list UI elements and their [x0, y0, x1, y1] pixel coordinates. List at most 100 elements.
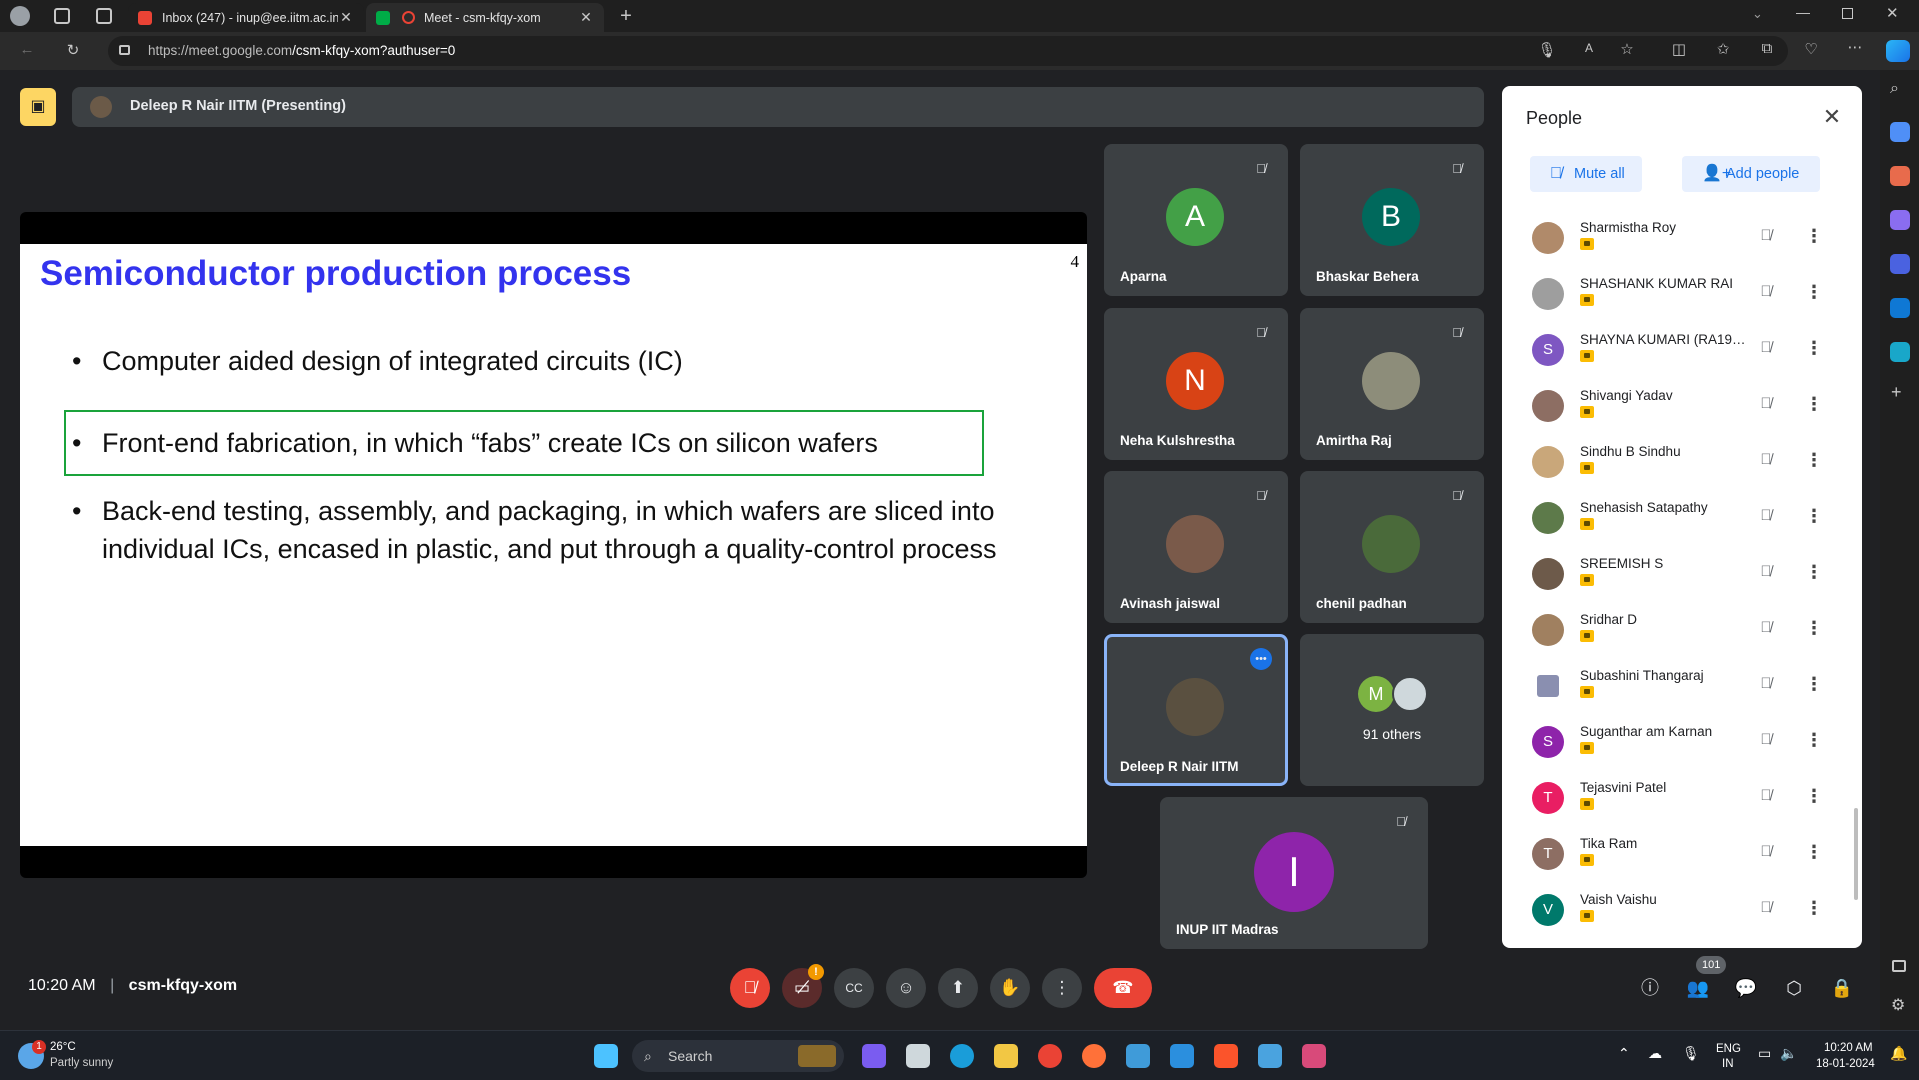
participant-tile-speaking[interactable]: ••• Deleep R Nair IITM: [1104, 634, 1288, 786]
more-options-icon[interactable]: ⋮: [1802, 728, 1826, 752]
add-sidebar-icon[interactable]: +: [1891, 382, 1902, 403]
tab-inbox[interactable]: Inbox (247) - inup@ee.iitm.ac.in ✕: [128, 3, 364, 32]
tab-search-icon[interactable]: ⌄: [1752, 6, 1763, 22]
task-view-icon[interactable]: [906, 1044, 930, 1068]
more-options-icon[interactable]: ⋮: [1802, 896, 1826, 920]
muted-mic-icon[interactable]: 🎙̸: [1754, 672, 1778, 696]
read-aloud-icon[interactable]: A: [1578, 41, 1600, 55]
mute-all-button[interactable]: 🎙̸ Mute all: [1530, 156, 1642, 192]
participant-tile[interactable]: 🎙̸ I INUP IIT Madras: [1160, 797, 1428, 949]
restore-icon[interactable]: [1842, 8, 1853, 19]
others-tile[interactable]: M 91 others: [1300, 634, 1484, 786]
notifications-icon[interactable]: 🔔: [1890, 1045, 1907, 1062]
more-options-icon[interactable]: ⋮: [1802, 224, 1826, 248]
network-icon[interactable]: ▭: [1758, 1045, 1771, 1062]
list-item[interactable]: S Suganthar am Karnan 🎙̸ ⋮: [1502, 716, 1862, 772]
windows-start-icon[interactable]: [594, 1044, 618, 1068]
participant-tile[interactable]: 🎙̸ Avinash jaiswal: [1104, 471, 1288, 623]
notepad-icon[interactable]: [1258, 1044, 1282, 1068]
list-item[interactable]: SHASHANK KUMAR RAI 🎙̸ ⋮: [1502, 268, 1862, 324]
emoji-reaction-button[interactable]: ☺: [886, 968, 926, 1008]
volume-icon[interactable]: 🔈: [1780, 1045, 1797, 1062]
list-item[interactable]: Snehasish Satapathy 🎙̸ ⋮: [1502, 492, 1862, 548]
onedrive-icon[interactable]: ☁: [1648, 1045, 1662, 1062]
edge-icon[interactable]: [950, 1044, 974, 1068]
tools-icon[interactable]: [1890, 166, 1910, 186]
participant-tile[interactable]: 🎙̸ Amirtha Raj: [1300, 308, 1484, 460]
tab-actions-icon[interactable]: [96, 8, 112, 24]
muted-mic-icon[interactable]: 🎙̸: [1754, 896, 1778, 920]
more-options-icon[interactable]: ⋮: [1802, 448, 1826, 472]
list-item[interactable]: T Tika Ram 🎙̸ ⋮: [1502, 828, 1862, 884]
close-window-icon[interactable]: ✕: [1886, 4, 1899, 22]
more-options-icon[interactable]: ⋮: [1802, 616, 1826, 640]
hide-sidebar-icon[interactable]: [1892, 960, 1906, 972]
participant-tile[interactable]: 🎙̸ A Aparna: [1104, 144, 1288, 296]
more-options-icon[interactable]: ⋮: [1802, 392, 1826, 416]
taskbar-search[interactable]: ⌕ Search: [632, 1040, 844, 1072]
leave-call-button[interactable]: ☎: [1094, 968, 1152, 1008]
snipping-tool-icon[interactable]: [1302, 1044, 1326, 1068]
chat-icon[interactable]: 💬: [1730, 972, 1762, 1004]
muted-mic-icon[interactable]: 🎙̸: [1754, 392, 1778, 416]
more-options-icon[interactable]: ⋮: [1802, 336, 1826, 360]
microphone-icon[interactable]: 🎙: [1536, 41, 1558, 59]
microphone-tray-icon[interactable]: 🎙: [1682, 1045, 1700, 1062]
list-item[interactable]: Shivangi Yadav 🎙̸ ⋮: [1502, 380, 1862, 436]
chevron-up-icon[interactable]: ⌃: [1618, 1045, 1630, 1062]
captions-button[interactable]: CC: [834, 968, 874, 1008]
list-item[interactable]: Sharmistha Roy 🎙̸ ⋮: [1502, 212, 1862, 268]
language-bottom[interactable]: IN: [1722, 1058, 1734, 1070]
search-icon[interactable]: ⌕: [1890, 80, 1899, 98]
more-options-icon[interactable]: ⋮: [1802, 784, 1826, 808]
muted-mic-icon[interactable]: 🎙̸: [1754, 840, 1778, 864]
more-options-icon[interactable]: ⋮: [1802, 672, 1826, 696]
more-menu-icon[interactable]: ⋯: [1844, 38, 1866, 56]
muted-mic-icon[interactable]: 🎙̸: [1754, 448, 1778, 472]
list-item[interactable]: SREEMISH S 🎙̸ ⋮: [1502, 548, 1862, 604]
list-item[interactable]: S SHAYNA KUMARI (RA191... 🎙̸ ⋮: [1502, 324, 1862, 380]
store-icon[interactable]: [1126, 1044, 1150, 1068]
list-item[interactable]: Sindhu B Sindhu 🎙̸ ⋮: [1502, 436, 1862, 492]
split-screen-icon[interactable]: ◫: [1668, 40, 1690, 58]
more-options-icon[interactable]: ⋮: [1802, 560, 1826, 584]
muted-mic-icon[interactable]: 🎙̸: [1754, 784, 1778, 808]
settings-gear-icon[interactable]: ⚙: [1891, 995, 1905, 1015]
outlook-icon[interactable]: [1890, 298, 1910, 318]
drop-icon[interactable]: [1890, 342, 1910, 362]
list-item[interactable]: T Tejasvini Patel 🎙̸ ⋮: [1502, 772, 1862, 828]
muted-mic-icon[interactable]: 🎙̸: [1754, 560, 1778, 584]
games-icon[interactable]: [1890, 210, 1910, 230]
tab-meet[interactable]: Meet - csm-kfqy-xom ✕: [366, 3, 604, 32]
refresh-icon[interactable]: ↻: [62, 41, 84, 59]
vscode-icon[interactable]: [1170, 1044, 1194, 1068]
meeting-info-icon[interactable]: ⓘ: [1634, 972, 1666, 1004]
profile-icon[interactable]: [10, 6, 30, 26]
muted-mic-icon[interactable]: 🎙̸: [1754, 728, 1778, 752]
copilot-app-icon[interactable]: [862, 1044, 886, 1068]
list-item[interactable]: V Vaish Vaishu 🎙̸ ⋮: [1502, 884, 1862, 940]
collections-icon[interactable]: ⧉: [1756, 40, 1778, 57]
new-tab-button[interactable]: +: [614, 4, 638, 28]
minimize-icon[interactable]: —: [1796, 4, 1810, 20]
host-controls-icon[interactable]: 🔒: [1826, 972, 1858, 1004]
copilot-icon[interactable]: [1886, 40, 1910, 62]
microsoft-365-icon[interactable]: [1890, 254, 1910, 274]
favorite-star-icon[interactable]: ☆: [1616, 40, 1638, 58]
firefox-icon[interactable]: [1082, 1044, 1106, 1068]
list-item[interactable]: Sridhar D 🎙̸ ⋮: [1502, 604, 1862, 660]
muted-mic-icon[interactable]: 🎙̸: [1754, 224, 1778, 248]
more-options-button[interactable]: ⋮: [1042, 968, 1082, 1008]
muted-mic-icon[interactable]: 🎙̸: [1754, 504, 1778, 528]
add-people-button[interactable]: 👤+ Add people: [1682, 156, 1820, 192]
more-options-icon[interactable]: ⋮: [1802, 840, 1826, 864]
brave-icon[interactable]: [1214, 1044, 1238, 1068]
muted-mic-icon[interactable]: 🎙̸: [1754, 280, 1778, 304]
workspaces-icon[interactable]: [54, 8, 70, 24]
lock-icon[interactable]: [119, 45, 130, 55]
favorites-icon[interactable]: ✩: [1712, 40, 1734, 58]
stop-presenting-icon[interactable]: ▣: [20, 88, 56, 126]
people-icon[interactable]: 👥: [1682, 972, 1714, 1004]
url-text[interactable]: https://meet.google.com/csm-kfqy-xom?aut…: [148, 43, 455, 58]
chrome-icon[interactable]: [1038, 1044, 1062, 1068]
